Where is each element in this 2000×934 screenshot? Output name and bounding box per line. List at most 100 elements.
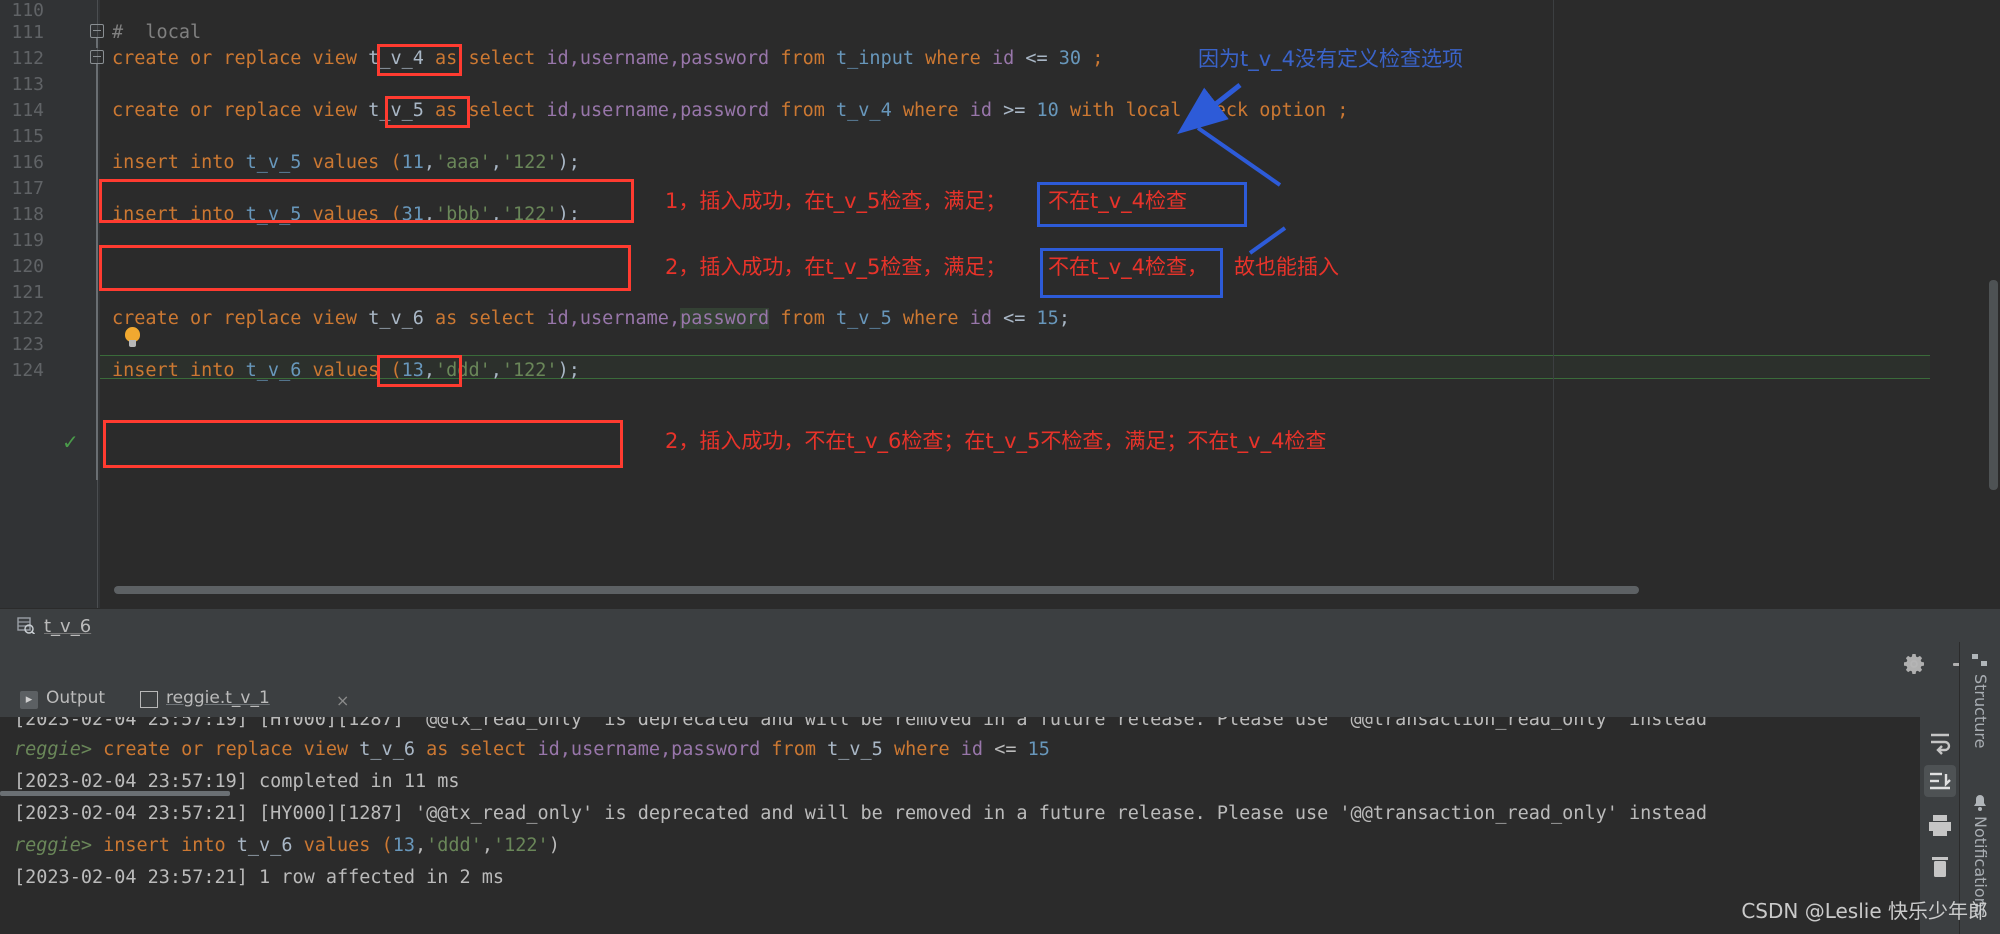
comma: , [490,204,502,225]
table-grid-icon [140,691,158,708]
string-literal: 'aaa' [435,152,491,173]
sql-keyword: as select [423,100,547,121]
comma: , [415,835,427,856]
code-content[interactable]: # local create or replace view t_v_4 as … [112,0,1992,608]
run-output-icon: ▸ [20,691,38,709]
statement-end: ); [557,204,580,225]
code-line-116[interactable]: insert into t_v_5 values (11,'aaa','122'… [112,152,580,174]
fold-marker-collapse[interactable] [90,24,104,38]
editor-vertical-scrollbar[interactable] [1986,0,2000,608]
tab-reggie-t-v-1[interactable]: reggie.t_v_1 × [140,688,349,714]
sql-keyword: as select [414,739,538,760]
column-name: id [960,739,984,760]
number-literal: 15 [1027,739,1050,760]
sql-keyword: values ( [301,204,402,225]
output-text: [2023-02-04 23:57:21] [HY000][1287] '@@t… [14,803,1707,824]
number-literal: 30 [1058,48,1082,69]
sql-keyword: from [769,100,837,121]
column-name: id [969,308,992,329]
table-name: t_v_5 [245,204,302,225]
sql-keyword: insert into [91,835,237,856]
close-icon[interactable]: × [336,691,349,710]
output-line-sql: reggie> create or replace view t_v_6 as … [14,737,1050,763]
string-literal: 'ddd' [435,360,491,381]
column-name: id [969,100,992,121]
column-list: id,username,password [546,100,770,121]
sql-keyword: where [882,739,961,760]
output-line: [2023-02-04 23:57:21] [HY000][1287] '@@t… [14,801,1707,827]
sql-keyword: insert into [112,152,246,173]
fold-marker-collapse[interactable] [90,50,104,64]
delete-icon[interactable] [1924,851,1956,883]
code-line-123[interactable]: insert into t_v_6 values (13,'ddd','122'… [112,360,580,382]
number-literal: 10 [1036,100,1059,121]
console-panel: ▸ Output reggie.t_v_1 × [2023-02-04 23:5… [0,642,2000,934]
breadcrumb-item-label[interactable]: t_v_6 [44,616,91,637]
number-literal: 13 [392,835,415,856]
comma: , [423,152,436,173]
output-line: [2023-02-04 23:57:19] completed in 11 ms [14,769,460,795]
output-line: [2023-02-04 23:57:19] [HY000][1287] '@@t… [14,717,1707,733]
table-name: t_v_5 [836,308,892,329]
ide-window: 110 111 112 113 114 115 116 117 118 119 … [0,0,2000,934]
structure-icon [1972,654,1987,666]
console-prompt: reggie> [14,739,92,760]
soft-wrap-icon[interactable] [1924,725,1956,757]
sql-keyword: values ( [292,835,393,856]
table-name: t_input [836,48,914,69]
sql-keyword: as select [423,308,547,329]
operator: >= [991,100,1037,121]
sql-keyword: where [913,48,992,69]
status-check-icon: ✓ [62,430,79,454]
scroll-to-end-button[interactable] [1924,765,1956,797]
sql-keyword: create or replace view [91,739,360,760]
scroll-to-end-icon [1930,772,1951,790]
scrollbar-thumb[interactable] [114,586,1639,594]
operator: <= [983,739,1028,760]
code-line-118[interactable]: insert into t_v_5 values (31,'bbb','122'… [112,204,580,226]
statement-end: ); [557,152,580,173]
line-number: 115 [11,126,44,147]
editor-horizontal-scrollbar[interactable] [100,584,1965,596]
sql-keyword: values ( [301,360,402,381]
annotation-red-118-boxed: 不在t_v_4检查， [1048,255,1209,279]
tool-window-structure[interactable]: Structure [1971,674,1990,748]
string-literal: '122' [501,152,558,173]
console-tab-bar[interactable]: ▸ Output reggie.t_v_1 × [0,685,2000,717]
column-name: id [991,48,1015,69]
tab-output[interactable]: ▸ Output [20,688,105,714]
print-icon[interactable] [1924,809,1956,841]
line-number: 123 [11,334,44,355]
sql-keyword: values ( [301,152,402,173]
number-literal: 11 [401,152,424,173]
sql-keyword: from [769,48,837,69]
console-prompt: reggie> [14,835,92,856]
sql-keyword: insert into [112,204,246,225]
output-text: [2023-02-04 23:57:19] [HY000][1287] '@@t… [14,717,1707,730]
sql-keyword: where [891,308,970,329]
string-literal: 'bbb' [435,204,491,225]
gear-icon[interactable] [1903,653,1925,675]
view-name: t_v_6 [368,308,424,329]
editor-gutter[interactable]: 110 111 112 113 114 115 116 117 118 119 … [0,0,100,608]
breadcrumb[interactable]: t_v_6 [0,608,2000,643]
line-number: 122 [11,308,44,329]
sql-keyword: insert into [112,360,246,381]
operator: <= [1014,48,1059,69]
console-output[interactable]: [2023-02-04 23:57:19] [HY000][1287] '@@t… [0,717,1960,934]
scrollbar-thumb[interactable] [1989,280,1998,490]
code-editor[interactable]: 110 111 112 113 114 115 116 117 118 119 … [0,0,2000,608]
code-line-112[interactable]: create or replace view t_v_4 as select i… [112,48,1103,70]
code-line-114[interactable]: create or replace view t_v_5 as select i… [112,100,1348,122]
output-text: [2023-02-04 23:57:19] completed in 11 ms [14,771,460,792]
code-line-121[interactable]: create or replace view t_v_6 as select i… [112,308,1070,330]
sql-keyword: create or replace view [112,48,369,69]
sql-keyword: where [891,100,970,121]
line-number: 117 [11,178,44,199]
operator: <= [991,308,1037,329]
watermark: CSDN @Leslie 快乐少年郎 [1741,899,1988,923]
annotation-red-118-pre: 2，插入成功，在t_v_5检查，满足； [665,255,1007,279]
comma: , [481,835,493,856]
sql-keyword: create or replace view [112,100,369,121]
code-line-111[interactable]: # local [112,22,201,44]
